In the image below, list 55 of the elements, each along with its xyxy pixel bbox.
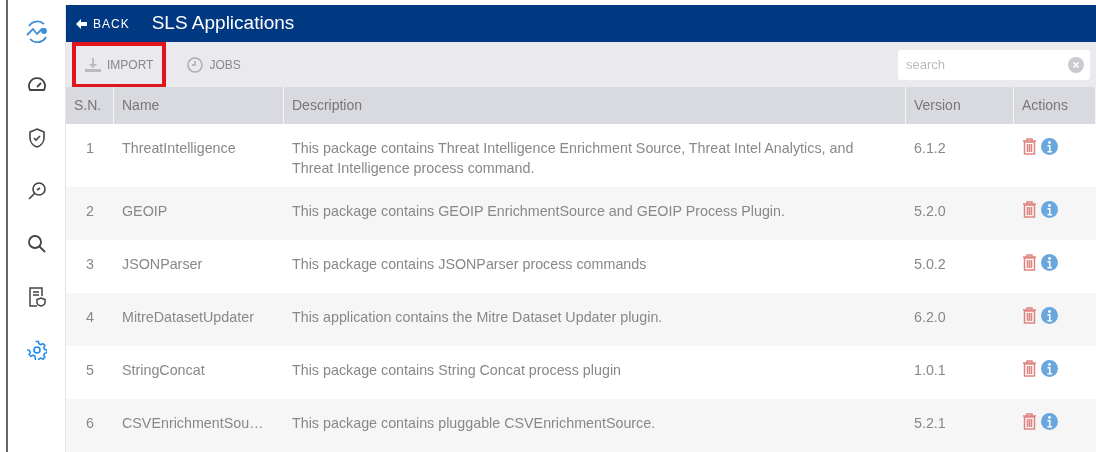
search-field[interactable]: search [898, 49, 1090, 80]
column-header: Version [906, 87, 1014, 124]
info-icon[interactable] [1041, 254, 1058, 271]
search-icon[interactable] [26, 233, 47, 254]
back-arrow-icon [76, 18, 87, 29]
toolbar-button[interactable]: IMPORT [79, 49, 160, 80]
row-number: 3 [86, 256, 94, 272]
shield-icon[interactable] [27, 127, 46, 148]
app-name: JSONParser [122, 256, 203, 272]
back-link[interactable]: BACK [76, 14, 130, 33]
app-name: GEOIP [122, 203, 168, 219]
app-name: CSVEnrichmentSou… [122, 415, 264, 431]
delete-icon[interactable] [1022, 201, 1037, 218]
column-header: S.N. [66, 87, 114, 124]
row-number: 6 [86, 415, 94, 431]
version-text: 5.2.1 [914, 415, 946, 431]
app-name: MitreDatasetUpdater [122, 309, 254, 325]
version-text: 5.0.2 [914, 256, 946, 272]
description-text: This application contains the Mitre Dataset Updater plugin. [292, 309, 663, 325]
clock-icon [187, 56, 204, 73]
row-number: 5 [86, 362, 94, 378]
description-text: This package contains JSONParser process commands [292, 256, 647, 272]
column-header: Description [284, 87, 906, 124]
info-icon[interactable] [1041, 360, 1058, 377]
delete-icon[interactable] [1022, 360, 1037, 377]
version-text: 6.2.0 [914, 309, 946, 325]
download-icon [85, 57, 101, 72]
description-text: This package contains Threat Intelligence Enrichment Source, Threat Intel Analytics, and Threat Intelligence process command. [292, 140, 854, 176]
delete-icon[interactable] [1022, 254, 1037, 271]
app-name: StringConcat [122, 362, 205, 378]
row-number: 2 [86, 203, 94, 219]
info-icon[interactable] [1041, 201, 1058, 218]
delete-icon[interactable] [1022, 138, 1037, 155]
description-text: This package contains GEOIP EnrichmentSource and GEOIP Process Plugin. [292, 203, 785, 219]
magnifier-icon[interactable] [26, 180, 47, 201]
delete-icon[interactable] [1022, 307, 1037, 324]
version-text: 5.2.0 [914, 203, 946, 219]
app-name: ThreatIntelligence [122, 140, 236, 156]
toolbar-button[interactable]: JOBS [181, 49, 247, 80]
description-text: This package contains pluggable CSVEnrichmentSource. [292, 415, 656, 431]
version-text: 1.0.1 [914, 362, 946, 378]
description-text: This package contains String Concat process plugin [292, 362, 621, 378]
report-icon[interactable] [27, 286, 46, 307]
info-icon[interactable] [1041, 138, 1058, 155]
settings-icon[interactable] [26, 339, 47, 360]
clear-icon[interactable] [1068, 56, 1084, 73]
row-number: 1 [86, 140, 94, 156]
row-number: 4 [86, 309, 94, 325]
delete-icon[interactable] [1022, 413, 1037, 430]
column-header: Actions [1014, 87, 1096, 124]
page-title: SLS Applications [151, 11, 295, 36]
version-text: 6.1.2 [914, 140, 946, 156]
column-header: Name [114, 87, 284, 124]
info-icon[interactable] [1041, 413, 1058, 430]
info-icon[interactable] [1041, 307, 1058, 324]
